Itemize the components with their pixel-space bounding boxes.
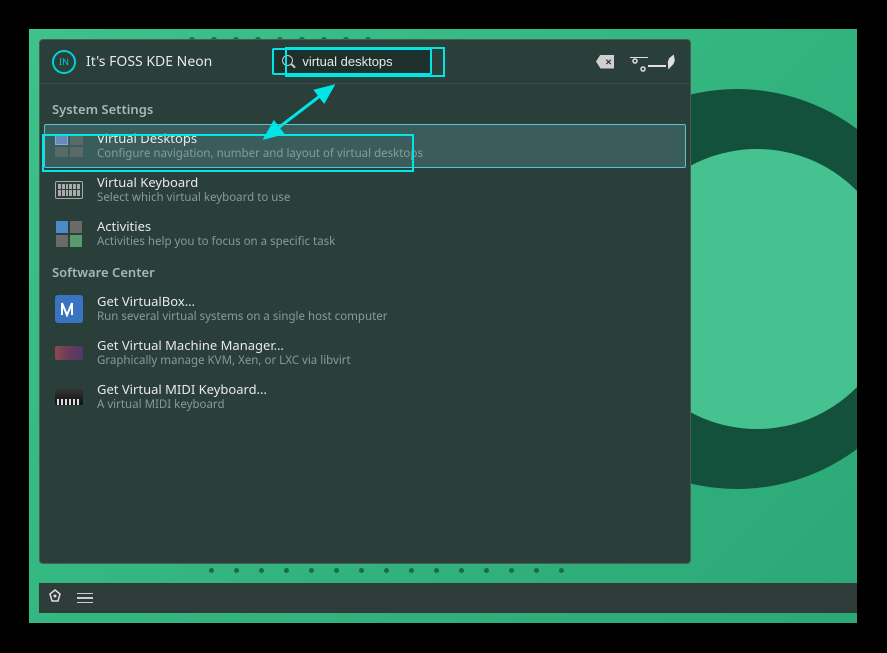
- vbox-icon: [55, 295, 83, 323]
- clear-search-button[interactable]: [596, 55, 614, 69]
- search-result-item[interactable]: Get Virtual Machine Manager…Graphically …: [44, 331, 686, 375]
- search-field-wrapper[interactable]: [272, 48, 432, 75]
- result-title: Activities: [97, 218, 335, 235]
- application-launcher: IN It's FOSS KDE Neon System SettingsVir…: [39, 39, 691, 564]
- midi-icon: [55, 383, 83, 411]
- distro-logo-icon: IN: [52, 50, 76, 74]
- search-result-item[interactable]: Virtual DesktopsConfigure navigation, nu…: [44, 124, 686, 168]
- section-header: System Settings: [42, 92, 688, 124]
- result-description: Run several virtual systems on a single …: [97, 310, 387, 325]
- result-description: Graphically manage KVM, Xen, or LXC via …: [97, 354, 351, 369]
- search-result-item[interactable]: Get VirtualBox…Run several virtual syste…: [44, 287, 686, 331]
- result-description: A virtual MIDI keyboard: [97, 398, 267, 413]
- search-icon: [282, 55, 296, 69]
- desktop-wallpaper: IN It's FOSS KDE Neon System SettingsVir…: [29, 29, 857, 623]
- result-title: Get VirtualBox…: [97, 293, 387, 310]
- menu-icon[interactable]: [77, 593, 93, 604]
- vmm-icon: [55, 339, 83, 367]
- result-title: Get Virtual MIDI Keyboard…: [97, 381, 267, 398]
- search-result-item[interactable]: Get Virtual MIDI Keyboard…A virtual MIDI…: [44, 375, 686, 419]
- pin-icon[interactable]: [662, 52, 681, 72]
- search-result-item[interactable]: ActivitiesActivities help you to focus o…: [44, 212, 686, 256]
- search-input[interactable]: [302, 54, 422, 69]
- result-description: Select which virtual keyboard to use: [97, 191, 290, 206]
- result-title: Virtual Keyboard: [97, 174, 290, 191]
- search-result-item[interactable]: Virtual KeyboardSelect which virtual key…: [44, 168, 686, 212]
- taskbar-panel: [39, 583, 857, 613]
- result-description: Configure navigation, number and layout …: [97, 147, 423, 162]
- configure-icon[interactable]: [630, 55, 648, 69]
- launcher-header: IN It's FOSS KDE Neon: [40, 40, 690, 84]
- result-description: Activities help you to focus on a specif…: [97, 235, 335, 250]
- vdesk-icon: [55, 132, 83, 160]
- result-title: Virtual Desktops: [97, 130, 423, 147]
- result-title: Get Virtual Machine Manager…: [97, 337, 351, 354]
- app-launcher-icon[interactable]: [47, 587, 63, 609]
- launcher-title: It's FOSS KDE Neon: [86, 52, 212, 71]
- vkbd-icon: [55, 176, 83, 204]
- section-header: Software Center: [42, 255, 688, 287]
- act-icon: [55, 220, 83, 248]
